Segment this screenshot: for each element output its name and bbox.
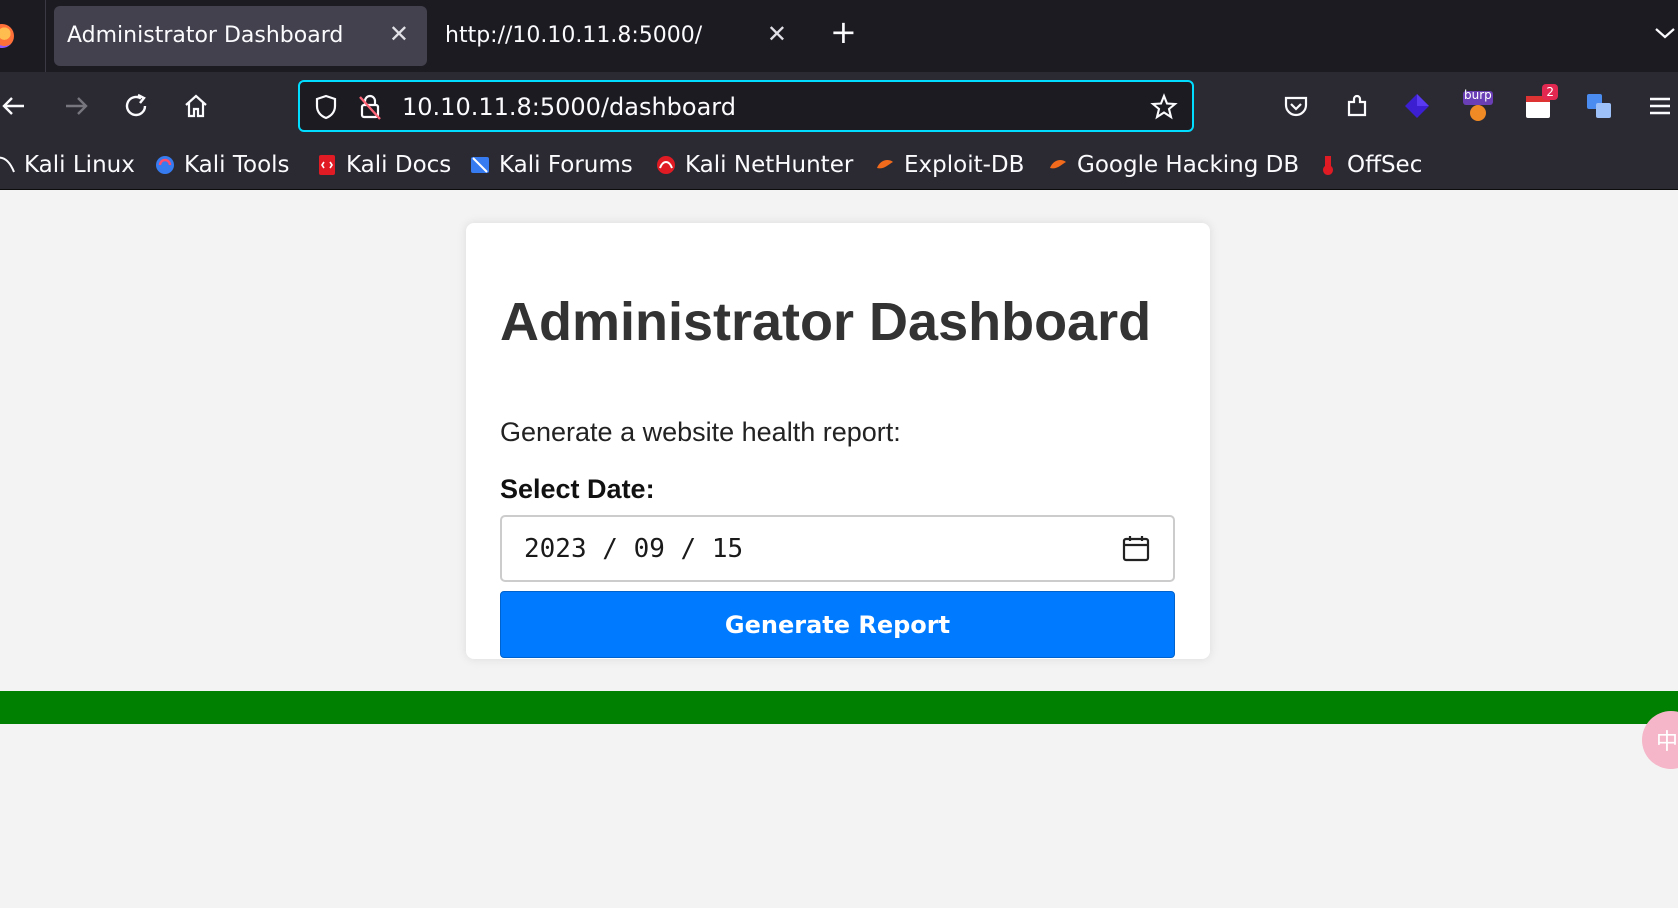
page-content: Administrator Dashboard Generate a websi… bbox=[0, 190, 1678, 908]
bookmark-kali-linux[interactable]: Kali Linux bbox=[0, 148, 135, 182]
calendar-extension-icon[interactable]: 2 bbox=[1520, 84, 1558, 124]
bookmark-label: Kali Tools bbox=[184, 152, 290, 178]
forward-arrow-icon[interactable] bbox=[58, 88, 94, 124]
firefox-logo-icon[interactable] bbox=[0, 24, 14, 48]
home-icon[interactable] bbox=[178, 88, 214, 124]
tab-bar: Administrator Dashboard ✕ http://10.10.1… bbox=[0, 0, 1678, 72]
bookmarks-toolbar: Kali Linux Kali Tools Kali Docs Kali For… bbox=[0, 140, 1678, 190]
list-all-tabs-icon[interactable] bbox=[1652, 20, 1678, 50]
address-bar[interactable]: 10.10.11.8:5000/dashboard bbox=[298, 80, 1194, 132]
kali-dragon-icon bbox=[0, 154, 16, 176]
bookmark-kali-forums[interactable]: Kali Forums bbox=[469, 148, 633, 182]
bookmark-label: Exploit-DB bbox=[904, 152, 1025, 178]
extensions-puzzle-icon[interactable] bbox=[1339, 88, 1375, 124]
close-tab-icon[interactable]: ✕ bbox=[767, 20, 787, 48]
status-bar bbox=[0, 691, 1678, 724]
tracking-protection-shield-icon[interactable] bbox=[312, 93, 340, 125]
bookmark-label: Kali Docs bbox=[346, 152, 452, 178]
date-value[interactable]: 2023 / 09 / 15 bbox=[524, 534, 743, 564]
date-label: Select Date: bbox=[500, 474, 655, 504]
new-tab-button[interactable]: + bbox=[830, 16, 857, 48]
extension-cube-icon[interactable] bbox=[1399, 88, 1435, 124]
kali-forums-icon bbox=[469, 154, 491, 176]
bookmark-label: OffSec bbox=[1347, 152, 1423, 178]
kali-nethunter-icon bbox=[655, 154, 677, 176]
ghdb-icon bbox=[1047, 154, 1069, 176]
bookmark-kali-nethunter[interactable]: Kali NetHunter bbox=[655, 148, 853, 182]
translate-icon[interactable] bbox=[1581, 88, 1617, 124]
report-description: Generate a website health report: bbox=[500, 417, 901, 447]
url-text[interactable]: 10.10.11.8:5000/dashboard bbox=[402, 93, 736, 121]
dashboard-card: Administrator Dashboard Generate a websi… bbox=[466, 223, 1210, 659]
bookmark-google-hacking-db[interactable]: Google Hacking DB bbox=[1047, 148, 1299, 182]
bookmark-label: Kali NetHunter bbox=[685, 152, 854, 178]
bookmark-star-icon[interactable] bbox=[1150, 93, 1178, 125]
generate-report-button[interactable]: Generate Report bbox=[500, 591, 1175, 658]
navigation-toolbar: 10.10.11.8:5000/dashboard burp 2 bbox=[0, 72, 1678, 140]
tab-title: http://10.10.11.8:5000/ bbox=[445, 23, 703, 48]
kali-docs-icon bbox=[316, 154, 338, 176]
calendar-icon[interactable] bbox=[1121, 534, 1151, 568]
pocket-icon[interactable] bbox=[1278, 88, 1314, 124]
tab-dashboard-url[interactable]: http://10.10.11.8:5000/ ✕ bbox=[432, 6, 805, 66]
hamburger-menu-icon[interactable] bbox=[1642, 88, 1678, 124]
bookmark-kali-docs[interactable]: Kali Docs bbox=[316, 148, 451, 182]
exploit-db-icon bbox=[874, 154, 896, 176]
bookmark-label: Google Hacking DB bbox=[1077, 152, 1300, 178]
burp-proxy-icon[interactable]: burp bbox=[1460, 88, 1496, 124]
close-tab-icon[interactable]: ✕ bbox=[389, 20, 409, 48]
reload-icon[interactable] bbox=[118, 88, 154, 124]
bookmark-exploit-db[interactable]: Exploit-DB bbox=[874, 148, 1024, 182]
date-input[interactable]: 2023 / 09 / 15 bbox=[500, 515, 1175, 582]
offsec-icon bbox=[1317, 154, 1339, 176]
notification-badge: 2 bbox=[1542, 84, 1558, 100]
floating-button-glyph: 中 bbox=[1656, 730, 1678, 755]
tab-administrator-dashboard[interactable]: Administrator Dashboard ✕ bbox=[54, 6, 427, 66]
bookmark-label: Kali Linux bbox=[24, 152, 135, 178]
bookmark-offsec[interactable]: OffSec bbox=[1317, 148, 1422, 182]
back-arrow-icon[interactable] bbox=[0, 88, 32, 124]
bookmark-kali-tools[interactable]: Kali Tools bbox=[154, 148, 290, 182]
tab-separator bbox=[45, 0, 46, 72]
kali-tools-icon bbox=[154, 154, 176, 176]
bookmark-label: Kali Forums bbox=[499, 152, 633, 178]
tab-title: Administrator Dashboard bbox=[67, 23, 344, 48]
burp-label: burp bbox=[1464, 88, 1492, 102]
page-title: Administrator Dashboard bbox=[500, 292, 1152, 352]
insecure-lock-icon[interactable] bbox=[356, 93, 384, 125]
